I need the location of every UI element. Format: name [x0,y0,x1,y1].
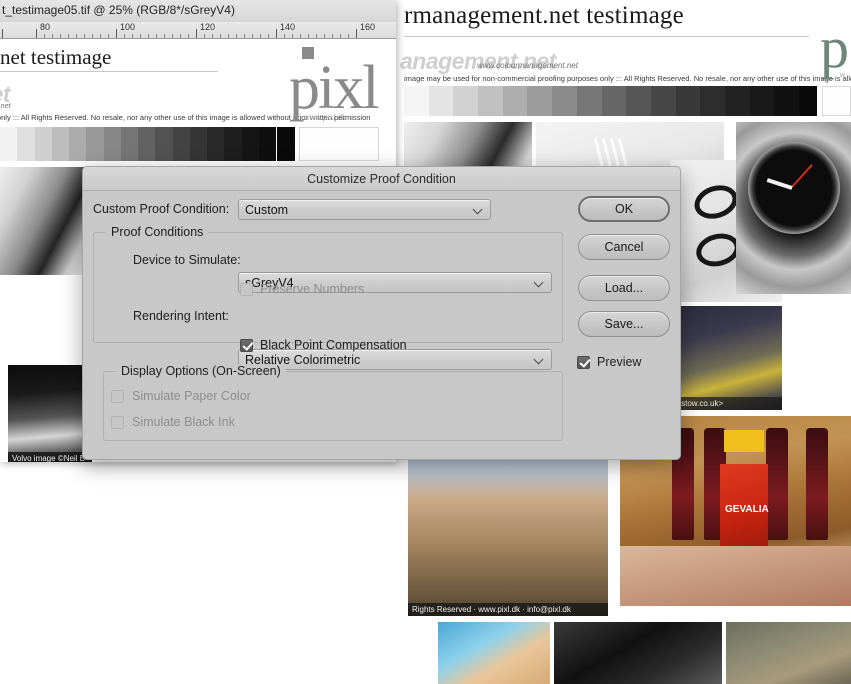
preserve-numbers-checkbox [240,282,253,296]
cancel-button-label: Cancel [604,240,644,254]
device-to-simulate-row: Device to Simulate: [133,253,241,267]
browser-heading-rule [404,36,809,37]
rendering-intent-row: Rendering Intent: [133,309,229,323]
black-point-compensation-label: Black Point Compensation [260,338,407,352]
canvas-legal-text: purposes only ::: All Rights Reserved. N… [0,113,371,122]
simulate-paper-color-row: Simulate Paper Color [111,389,251,403]
canvas-watermark: t.net [0,81,11,107]
black-point-compensation-row[interactable]: Black Point Compensation [240,338,407,352]
canvas-wedge-white-patch [299,127,379,161]
custom-proof-condition-label: Custom Proof Condition: [93,202,230,216]
photo-car-caption: arstow.co.uk> [670,397,782,410]
dialog-title: Customize Proof Condition [307,171,456,186]
canvas-pixl-logo-url: www.pixl.dk [304,113,346,122]
save-button[interactable]: Save... [578,311,670,337]
browser-grey-step-wedge [404,86,799,116]
photo-car: arstow.co.uk> [670,306,782,410]
chevron-down-icon [535,278,544,287]
preview-checkbox[interactable] [577,355,590,369]
ruler-label-160: 160 [360,22,376,32]
canvas-pixl-logo: pixl [289,54,379,122]
save-button-label: Save... [604,317,644,331]
simulate-paper-color-checkbox [111,389,124,403]
simulate-black-ink-label: Simulate Black Ink [132,415,235,429]
ok-button[interactable]: OK [578,196,670,222]
chevron-down-icon [474,205,483,214]
black-point-compensation-checkbox[interactable] [240,338,253,352]
canvas-heading-rule [0,71,218,72]
canvas-photo-knives [0,167,92,275]
custom-proof-condition-row: Custom Proof Condition: [93,202,229,216]
photo-watch [736,122,851,294]
photo-tshirt [554,622,722,684]
photo-portrait [438,622,550,684]
custom-proof-condition-value: Custom [245,202,289,217]
ok-button-label: OK [614,202,634,216]
custom-proof-condition-select[interactable]: Custom [238,199,491,220]
ruler-label-120: 120 [200,22,216,32]
canvas-site-url: ...anagement.net [0,103,11,110]
customize-proof-condition-dialog[interactable]: Customize Proof Condition Custom Proof C… [82,166,681,460]
simulate-black-ink-checkbox [111,415,124,429]
dialog-titlebar[interactable]: Customize Proof Condition [83,167,680,191]
browser-site-url: www.colourmanagement.net [477,61,578,70]
browser-wedge-white-patch [822,86,851,116]
canvas-photo-car-caption: Volvo image ©Neil B [8,452,92,462]
browser-page-heading: rmanagement.net testimage [404,2,684,29]
proof-conditions-legend: Proof Conditions [106,225,209,239]
browser-wedge-black-patch [799,86,817,116]
load-button[interactable]: Load... [578,275,670,301]
display-options-legend: Display Options (On-Screen) [116,364,286,378]
simulate-paper-color-label: Simulate Paper Color [132,389,251,403]
chevron-down-icon [535,355,544,364]
load-button-label: Load... [604,281,644,295]
display-options-fieldset: Display Options (On-Screen) [103,364,563,441]
rendering-intent-label: Rendering Intent: [133,309,229,323]
cancel-button[interactable]: Cancel [578,234,670,260]
ruler-label-140: 140 [280,22,296,32]
photoshop-horizontal-ruler[interactable]: 80 100 120 140 160 [0,22,396,39]
preview-label: Preview [597,355,642,369]
browser-pixl-logo: p [820,15,849,80]
canvas-photo-car: Volvo image ©Neil B [8,365,92,462]
photo-cityscape [726,622,851,684]
ruler-label-100: 100 [120,22,136,32]
photo-wine-color-brand: GEVALIA [725,504,769,515]
preserve-numbers-row: Preserve Numbers [240,282,364,296]
canvas-grey-step-wedge [0,127,276,161]
photo-road-caption: Rights Reserved · www.pixl.dk · info@pix… [408,603,608,616]
browser-pixl-logo-url: w [840,72,846,79]
simulate-black-ink-row: Simulate Black Ink [111,415,235,429]
browser-legal-text: image may be used for non-commercial pro… [404,74,851,83]
canvas-wedge-black-patch [277,127,295,161]
photoshop-document-title: t_testimage05.tif @ 25% (RGB/8*/sGreyV4) [2,3,235,17]
device-to-simulate-label: Device to Simulate: [133,253,241,267]
preview-row[interactable]: Preview [577,355,641,369]
preserve-numbers-label: Preserve Numbers [260,282,365,296]
ruler-label-80: 80 [40,22,51,32]
